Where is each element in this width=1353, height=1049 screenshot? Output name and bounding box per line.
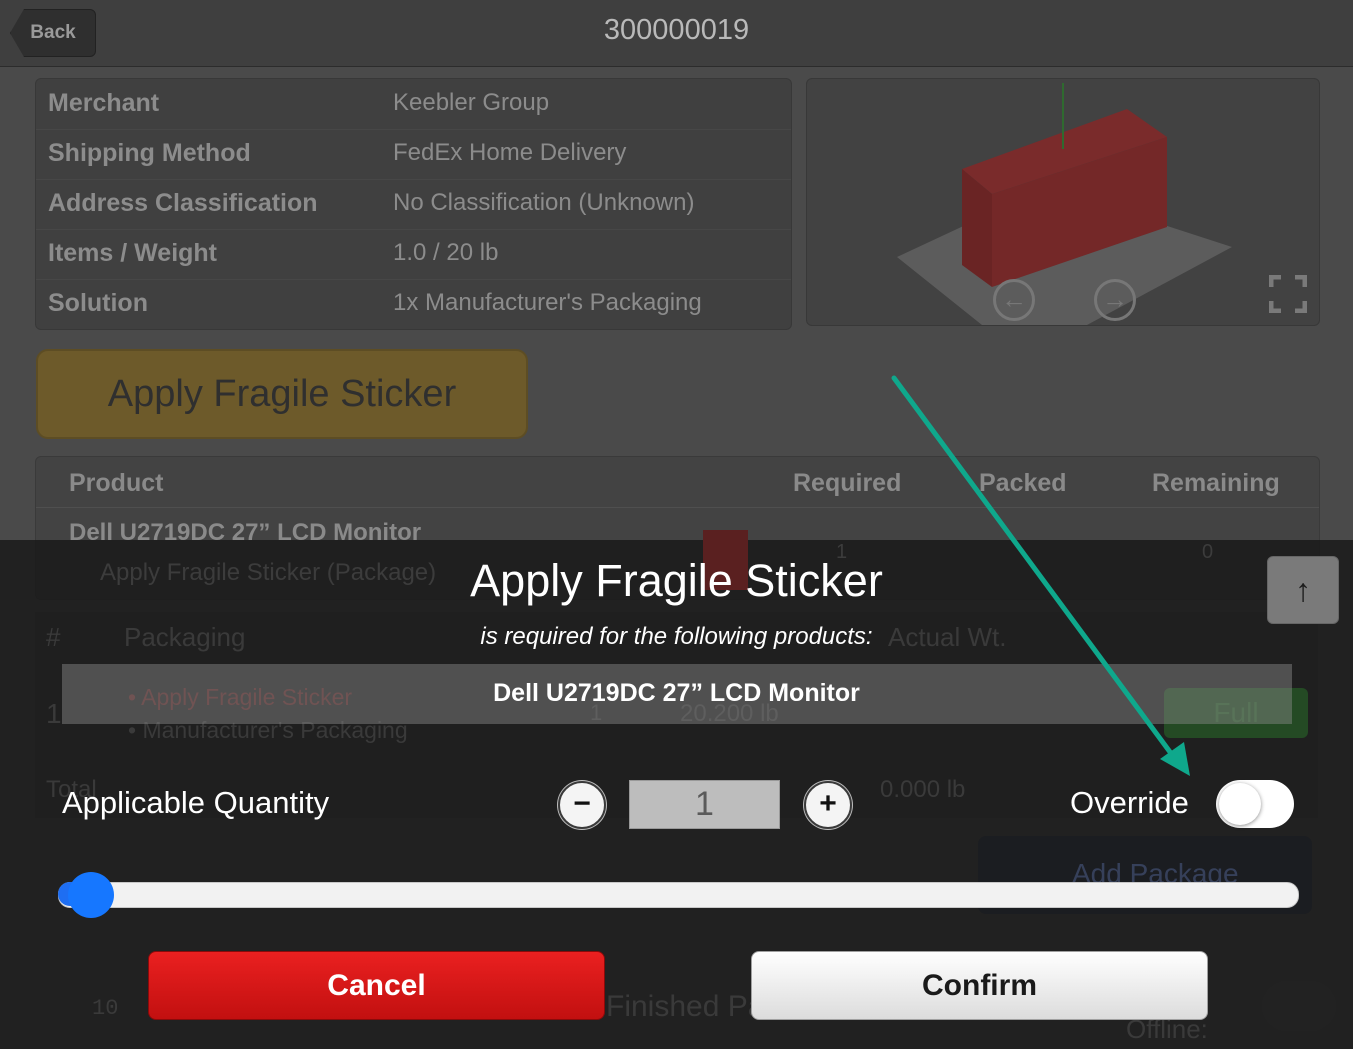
- info-row-solution: Solution 1x Manufacturer's Packaging: [36, 279, 791, 329]
- total-actual-weight: 0.000 lb: [880, 776, 966, 803]
- modal-title: Apply Fragile Sticker: [470, 555, 883, 606]
- info-value: FedEx Home Delivery: [393, 139, 627, 166]
- quantity-slider[interactable]: [58, 882, 1299, 908]
- arrow-right-icon[interactable]: →: [1094, 279, 1136, 321]
- decrement-button[interactable]: −: [558, 781, 606, 829]
- info-label: Items / Weight: [48, 239, 218, 267]
- increment-button[interactable]: +: [804, 781, 852, 829]
- info-row-merchant: Merchant Keebler Group: [36, 79, 791, 130]
- product-list-item: Dell U2719DC 27” LCD Monitor: [493, 679, 860, 707]
- apply-fragile-sticker-button[interactable]: Apply Fragile Sticker: [36, 349, 528, 439]
- info-row-address-classification: Address Classification No Classification…: [36, 179, 791, 230]
- info-value: No Classification (Unknown): [393, 189, 695, 216]
- page-title: 300000019: [603, 14, 750, 46]
- override-toggle-knob: [1219, 783, 1261, 825]
- fullscreen-icon[interactable]: [1269, 275, 1307, 313]
- applicable-quantity-label: Applicable Quantity: [62, 785, 330, 820]
- column-header-remaining: Remaining: [1152, 469, 1280, 497]
- column-header-packed: Packed: [979, 469, 1067, 497]
- finished-packages-label: Finished Pa: [606, 990, 765, 1023]
- info-value: 1x Manufacturer's Packaging: [393, 289, 702, 316]
- confirm-button[interactable]: Confirm: [751, 951, 1208, 1020]
- modal-subtitle: is required for the following products:: [480, 623, 873, 650]
- column-header-required: Required: [793, 469, 902, 497]
- box-render: [897, 83, 1232, 325]
- quantity-input[interactable]: 1: [629, 780, 780, 829]
- info-label: Address Classification: [48, 189, 318, 217]
- info-label: Merchant: [48, 89, 160, 117]
- arrow-left-icon[interactable]: ←: [993, 279, 1035, 321]
- info-label: Shipping Method: [48, 139, 251, 167]
- info-label: Solution: [48, 289, 148, 317]
- divider: [36, 507, 1319, 508]
- info-value: 1.0 / 20 lb: [393, 239, 499, 266]
- order-info-table: Merchant Keebler Group Shipping Method F…: [35, 78, 792, 330]
- package-3d-preview[interactable]: ← →: [806, 78, 1320, 326]
- info-value: Keebler Group: [393, 89, 550, 116]
- override-label: Override: [1070, 785, 1189, 820]
- bottom-count: 10: [92, 996, 119, 1021]
- info-row-shipping-method: Shipping Method FedEx Home Delivery: [36, 129, 791, 180]
- cancel-button[interactable]: Cancel: [148, 951, 605, 1020]
- info-row-items-weight: Items / Weight 1.0 / 20 lb: [36, 229, 791, 280]
- quantity-slider-thumb[interactable]: [68, 872, 114, 918]
- column-header-product: Product: [69, 469, 164, 497]
